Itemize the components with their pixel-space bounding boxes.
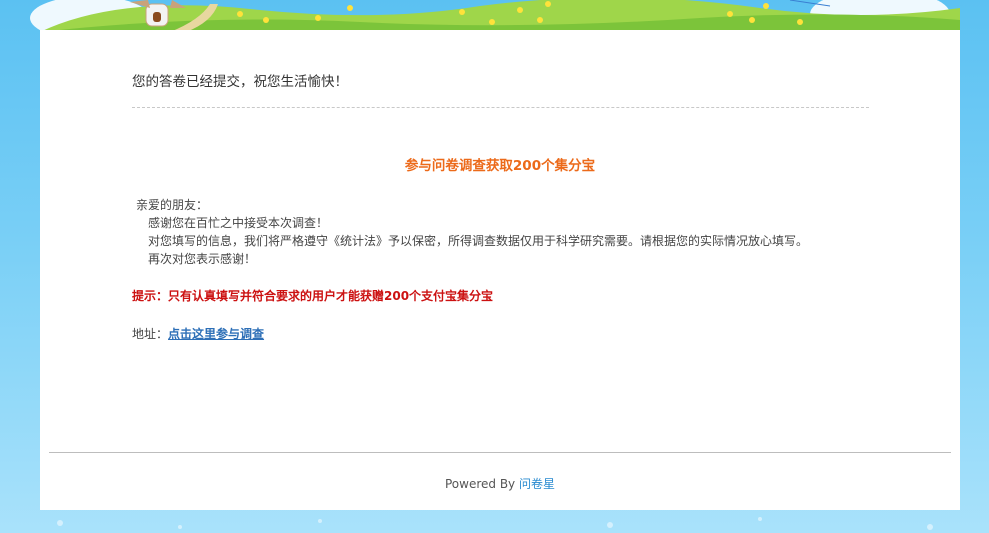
footer: Powered By 问卷星 xyxy=(40,475,960,492)
body-line: 感谢您在百忙之中接受本次调查！ xyxy=(148,216,329,230)
promo-body: 亲爱的朋友： 感谢您在百忙之中接受本次调查！ 对您填写的信息，我们将严格遵守《统… xyxy=(136,196,808,268)
address-label: 地址： xyxy=(132,327,169,341)
footer-divider xyxy=(49,452,951,453)
header-illustration xyxy=(0,0,989,32)
promo-title: 参与问卷调查获取200个集分宝 xyxy=(404,158,596,174)
result-card: 您的答卷已经提交，祝您生活愉快！ 参与问卷调查获取200个集分宝 亲爱的朋友： … xyxy=(40,30,960,510)
join-survey-link[interactable]: 点击这里参与调查 xyxy=(168,327,264,341)
greeting: 亲爱的朋友： xyxy=(136,198,209,212)
survey-address: 地址：点击这里参与调查 xyxy=(132,325,264,342)
reward-hint: 提示：只有认真填写并符合要求的用户才能获赠200个支付宝集分宝 xyxy=(132,289,494,303)
submit-thanks-message: 您的答卷已经提交，祝您生活愉快！ xyxy=(132,74,348,90)
dashed-divider xyxy=(132,107,869,108)
brand-link[interactable]: 问卷星 xyxy=(519,477,555,491)
bottom-bubbles-decoration xyxy=(0,509,989,533)
powered-by-label: Powered By xyxy=(444,477,516,491)
body-line: 对您填写的信息，我们将严格遵守《统计法》予以保密，所得调查数据仅用于科学研究需要… xyxy=(148,234,809,248)
body-line: 再次对您表示感谢！ xyxy=(148,252,257,266)
